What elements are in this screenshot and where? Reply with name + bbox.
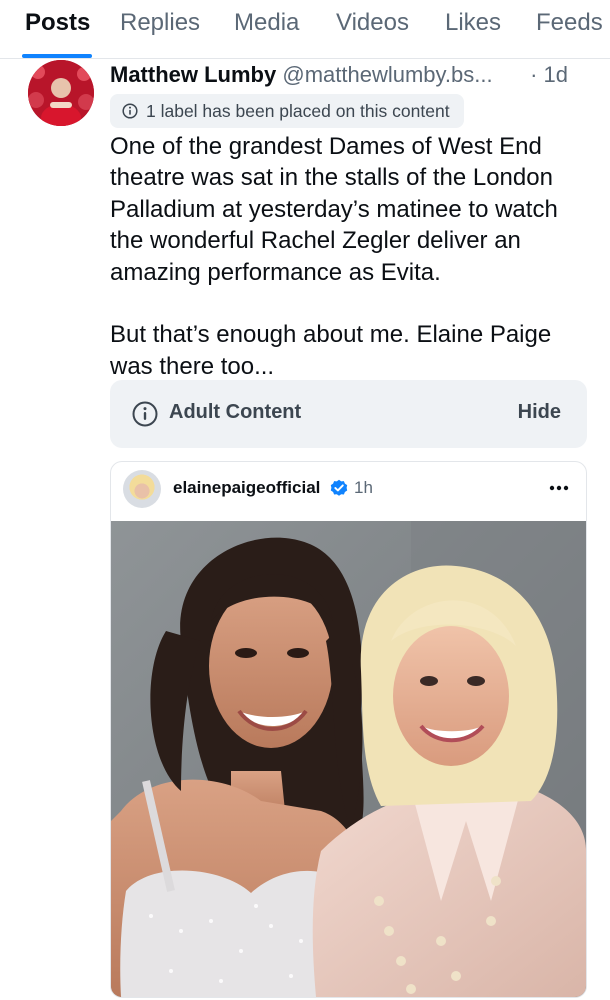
quoted-post-timestamp: 1h — [354, 478, 373, 497]
quoted-post-image[interactable] — [111, 521, 586, 997]
content-label-notice[interactable]: 1 label has been placed on this content — [110, 94, 464, 128]
info-icon — [122, 103, 138, 119]
content-label-text: 1 label has been placed on this content — [146, 100, 450, 121]
post-header: Matthew Lumby @matthewlumby.bs... · 1d — [110, 60, 590, 90]
verified-badge-icon — [330, 479, 348, 496]
active-tab-indicator — [22, 54, 92, 58]
tab-posts[interactable]: Posts — [25, 9, 90, 37]
quoted-author-avatar[interactable] — [123, 470, 161, 508]
author-name[interactable]: Matthew Lumby — [110, 62, 276, 87]
quoted-post[interactable]: elainepaigeofficial 1h — [110, 461, 587, 998]
tab-likes[interactable]: Likes — [445, 9, 501, 37]
post-paragraph: One of the grandest Dames of West End th… — [110, 133, 558, 286]
author-handle[interactable]: @matthewlumby.bs... — [282, 62, 492, 87]
quoted-author-name[interactable]: elainepaigeofficial — [173, 478, 320, 498]
profile-tabs: Posts Replies Media Videos Likes Feeds — [0, 0, 610, 59]
post-timestamp[interactable]: · 1d — [530, 60, 568, 90]
tab-feeds[interactable]: Feeds — [536, 9, 603, 37]
hide-content-button[interactable]: Hide — [518, 401, 561, 424]
tab-media[interactable]: Media — [234, 9, 299, 37]
more-horizontal-icon[interactable] — [548, 478, 570, 498]
tab-replies[interactable]: Replies — [120, 9, 200, 37]
post-body: One of the grandest Dames of West End th… — [110, 131, 590, 382]
info-icon — [132, 401, 158, 427]
content-warning-label: Adult Content — [169, 401, 302, 423]
content-warning[interactable]: Adult Content Hide — [110, 380, 587, 448]
author-avatar[interactable] — [28, 60, 94, 126]
post-paragraph: But that’s enough about me. Elaine Paige… — [110, 321, 552, 380]
tab-videos[interactable]: Videos — [336, 9, 409, 37]
